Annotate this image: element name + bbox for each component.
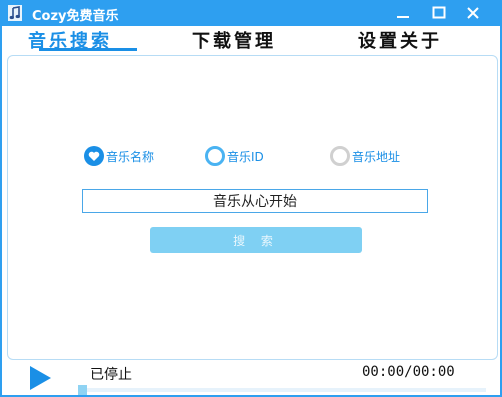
radio-music-name[interactable]: 音乐名称 bbox=[84, 146, 154, 166]
radio-label: 音乐名称 bbox=[106, 149, 155, 164]
radio-music-id[interactable]: 音乐ID bbox=[205, 146, 264, 166]
ring-icon bbox=[330, 146, 350, 166]
search-button[interactable]: 搜 索 bbox=[150, 227, 362, 253]
tab-bar: 音乐搜索 下载管理 设置关于 bbox=[2, 26, 500, 54]
music-note-icon bbox=[8, 5, 22, 21]
minimize-icon bbox=[397, 16, 409, 18]
player-bar: 已停止 00:00/00:00 bbox=[2, 361, 500, 395]
window-title: Cozy免费音乐 bbox=[32, 9, 119, 24]
title-bar[interactable]: Cozy免费音乐 bbox=[0, 0, 502, 26]
heart-check-icon bbox=[84, 146, 104, 166]
progress-handle[interactable] bbox=[78, 385, 87, 395]
minimize-button[interactable] bbox=[388, 0, 418, 26]
search-input[interactable] bbox=[82, 189, 428, 213]
search-panel: 音乐名称 音乐ID 音乐地址 搜 索 bbox=[7, 55, 498, 360]
client-area: 音乐搜索 下载管理 设置关于 音乐名称 音乐ID 音乐地址 搜 索 bbox=[2, 26, 500, 395]
app-window: Cozy免费音乐 音乐搜索 下载管理 设置关于 音乐名称 音乐ID 音乐地址 音… bbox=[0, 0, 502, 397]
ring-icon bbox=[205, 146, 225, 166]
tab-download-manager[interactable]: 下载管理 bbox=[192, 27, 276, 53]
playback-time: 00:00/00:00 bbox=[362, 364, 455, 380]
radio-label: 音乐地址 bbox=[352, 149, 401, 164]
radio-label: 音乐ID bbox=[227, 149, 264, 164]
play-icon[interactable] bbox=[28, 365, 52, 391]
maximize-icon bbox=[432, 6, 446, 19]
close-icon bbox=[467, 7, 479, 19]
tab-settings-about[interactable]: 设置关于 bbox=[358, 27, 442, 53]
playback-status: 已停止 bbox=[90, 367, 132, 383]
close-button[interactable] bbox=[458, 0, 488, 26]
maximize-button[interactable] bbox=[424, 0, 454, 26]
progress-track[interactable] bbox=[78, 388, 486, 392]
active-tab-indicator bbox=[39, 48, 137, 51]
radio-music-url[interactable]: 音乐地址 bbox=[330, 146, 400, 166]
